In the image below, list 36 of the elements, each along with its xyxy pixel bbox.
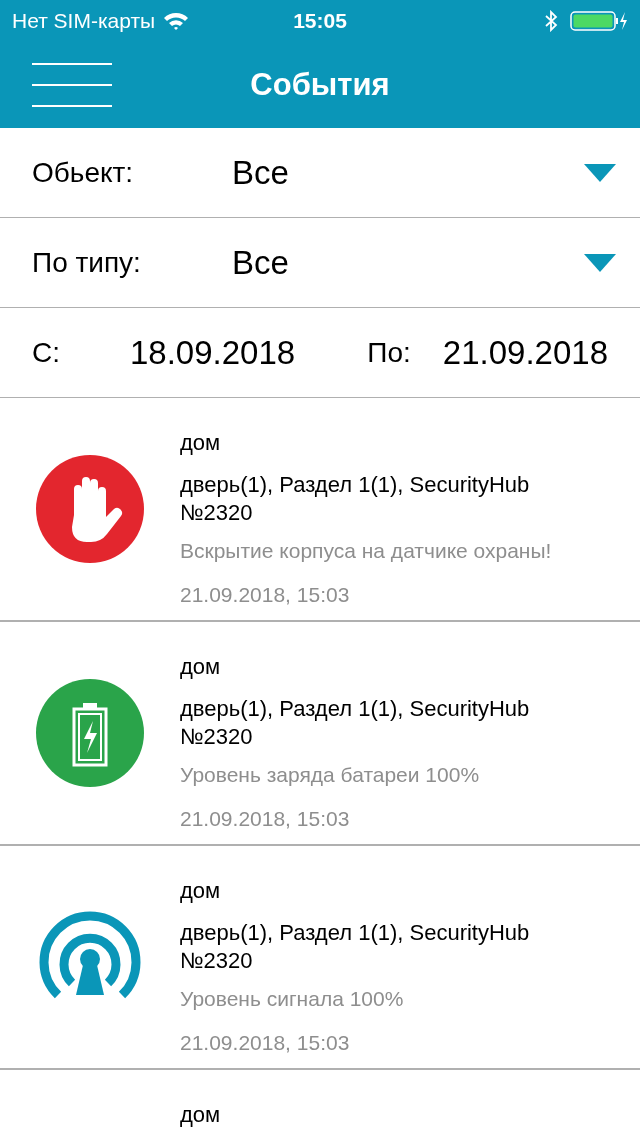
battery-status-icon	[570, 10, 628, 32]
screen-title: События	[250, 65, 390, 104]
filter-dropdown[interactable]: По типу: Все	[0, 218, 640, 308]
dropdown-caret-icon	[584, 163, 616, 182]
to-label: По:	[367, 335, 411, 370]
filter-label: Обьект:	[32, 155, 135, 190]
filter-value: Все	[232, 152, 290, 193]
event-row[interactable]: дом	[0, 1070, 640, 1136]
menu-icon[interactable]	[32, 63, 112, 107]
filter-label: По типу:	[32, 245, 142, 280]
dropdown-caret-icon	[584, 253, 616, 272]
event-message: Уровень заряда батареи 100%	[180, 762, 481, 788]
to-date[interactable]: 21.09.2018	[442, 327, 608, 378]
carrier-label: Нет SIM-карты	[12, 8, 156, 35]
bluetooth-icon	[544, 10, 558, 32]
wifi-icon	[163, 11, 190, 31]
event-source: дверь(1), Раздел 1(1), SecurityHub №2320	[180, 695, 531, 751]
event-row[interactable]: дом дверь(1), Раздел 1(1), SecurityHub №2320 Вскрытие корпуса на датчике охраны! 21.09.2018, 15:03	[0, 398, 640, 622]
from-date[interactable]: 18.09.2018	[130, 327, 296, 378]
event-object: дом	[180, 429, 222, 457]
event-source: дверь(1), Раздел 1(1), SecurityHub №2320	[180, 471, 531, 527]
event-message: Уровень сигнала 100%	[180, 986, 405, 1012]
event-time: 21.09.2018, 15:03	[180, 581, 351, 608]
event-object: дом	[180, 653, 222, 681]
event-row[interactable]: дом дверь(1), Раздел 1(1), SecurityHub №2320 Уровень сигнала 100% 21.09.2018, 15:03	[0, 846, 640, 1070]
event-message: Вскрытие корпуса на датчике охраны!	[180, 538, 553, 564]
event-time: 21.09.2018, 15:03	[180, 805, 351, 832]
event-row[interactable]: дом дверь(1), Раздел 1(1), SecurityHub №2320 Уровень заряда батареи 100% 21.09.2018, 15:03	[0, 622, 640, 846]
event-object: дом	[180, 1101, 222, 1129]
from-label: С:	[32, 335, 61, 370]
filter-dropdown[interactable]: Обьект: Все	[0, 128, 640, 218]
event-object: дом	[180, 877, 222, 905]
clock-time: 15:05	[293, 8, 347, 35]
filter-value: Все	[232, 242, 290, 283]
event-source: дверь(1), Раздел 1(1), SecurityHub №2320	[180, 919, 531, 975]
event-time: 21.09.2018, 15:03	[180, 1029, 351, 1056]
